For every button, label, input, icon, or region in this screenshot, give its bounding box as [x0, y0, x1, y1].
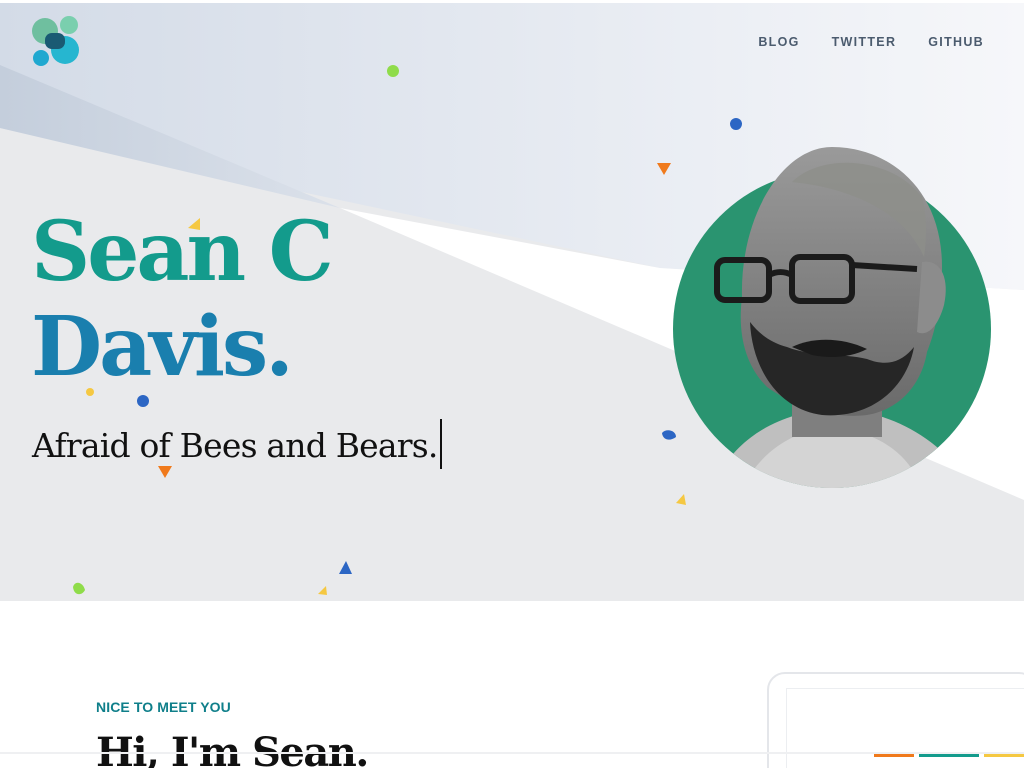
hero-title-line2-text: Davis	[31, 299, 268, 395]
hero-title-line2: Davis.	[31, 300, 331, 395]
hero-tagline-text: Afraid of Bees and Bears.	[32, 426, 438, 465]
about-eyebrow: NICE TO MEET YOU	[96, 699, 231, 715]
hero-tagline: Afraid of Bees and Bears.	[32, 419, 442, 473]
avatar	[672, 147, 994, 489]
nav-blog-link[interactable]: BLOG	[758, 34, 799, 50]
main-nav: BLOG TWITTER GITHUB	[758, 34, 984, 50]
hero-title-dot: .	[265, 299, 294, 395]
hero-title: Sean C Davis.	[31, 204, 334, 395]
hero-title-line1: Sean C	[31, 204, 334, 300]
hero-section: BLOG TWITTER GITHUB Sean C Davis. Afraid…	[0, 0, 1024, 601]
typing-cursor	[439, 419, 442, 469]
top-strip	[0, 0, 1024, 3]
nav-github-link[interactable]: GITHUB	[928, 34, 984, 50]
about-heading: Hi, I'm Sean.	[96, 729, 369, 768]
logo-icon[interactable]	[31, 15, 81, 67]
section-divider	[0, 752, 1024, 754]
nav-twitter-link[interactable]: TWITTER	[832, 34, 897, 50]
